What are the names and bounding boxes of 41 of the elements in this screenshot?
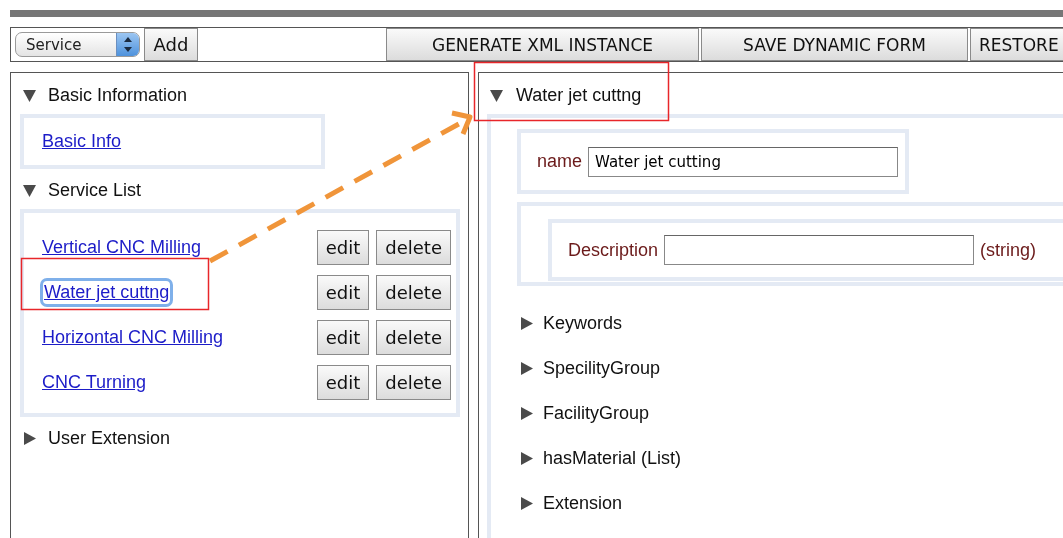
down-triangle-icon[interactable] [23, 88, 36, 102]
edit-button[interactable]: edit [316, 230, 370, 265]
down-triangle-icon[interactable] [490, 88, 503, 102]
group-title: Keywords [543, 313, 623, 334]
section-title: User Extension [48, 427, 171, 449]
text-field[interactable]: Water jet cutting [588, 146, 899, 177]
down-triangle-icon[interactable] [23, 183, 36, 197]
section-title: Basic Information [48, 84, 188, 106]
delete-button[interactable]: delete [376, 275, 451, 310]
right-triangle-icon[interactable] [23, 431, 36, 445]
service-link[interactable]: CNC Turning [42, 372, 147, 393]
type-dropdown[interactable]: Service [15, 32, 140, 57]
toolbar-button[interactable]: SAVE DYNAMIC FORM [701, 28, 968, 61]
add-button[interactable]: Add [144, 28, 198, 61]
delete-button[interactable]: delete [376, 365, 451, 400]
right-triangle-icon[interactable] [520, 452, 533, 465]
stepper-arrows-icon [116, 33, 139, 56]
field-label: Description [568, 239, 659, 261]
toolbar-button[interactable]: RESTORE [970, 28, 1063, 61]
delete-button[interactable]: delete [376, 230, 451, 265]
service-link[interactable]: Vertical CNC Milling [42, 237, 202, 258]
right-triangle-icon[interactable] [520, 407, 533, 420]
edit-button[interactable]: edit [316, 365, 370, 400]
group-title: FacilityGroup [543, 403, 650, 424]
delete-button[interactable]: delete [376, 320, 451, 355]
toolbar-button[interactable]: GENERATE XML INSTANCE [386, 28, 699, 61]
info-link[interactable]: Basic Info [42, 131, 122, 152]
group-title: hasMaterial (List) [543, 448, 682, 469]
field-label: name [537, 151, 583, 172]
edit-button[interactable]: edit [316, 275, 370, 310]
section-title: Service List [48, 179, 142, 201]
right-triangle-icon[interactable] [520, 497, 533, 510]
type-hint: (string) [980, 239, 1037, 261]
group-title: SpecilityGroup [543, 358, 661, 379]
right-triangle-icon[interactable] [520, 317, 533, 330]
form-title: Water jet cuttng [516, 84, 642, 106]
service-link[interactable]: Horizontal CNC Milling [42, 327, 224, 348]
edit-button[interactable]: edit [316, 320, 370, 355]
group-title: Extension [543, 493, 623, 514]
text-field[interactable] [664, 235, 975, 265]
right-triangle-icon[interactable] [520, 362, 533, 375]
